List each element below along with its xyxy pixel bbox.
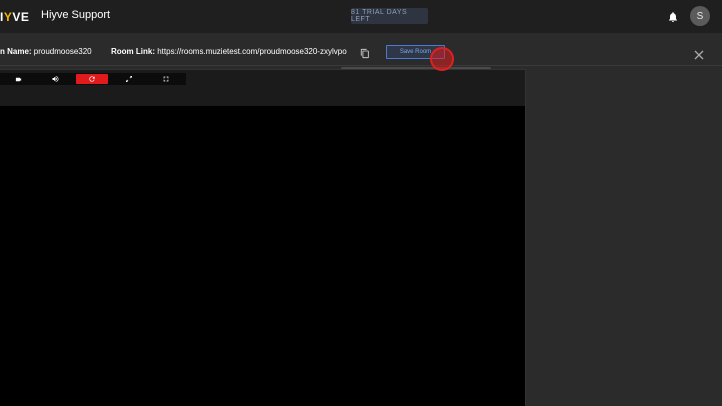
room-link: Room Link: https://rooms.muzietest.com/p…: [111, 47, 347, 56]
volume-button[interactable]: [39, 74, 71, 84]
room-name: n Name: proudmoose320: [0, 47, 92, 56]
room-link-value: https://rooms.muzietest.com/proudmoose32…: [157, 47, 347, 56]
room-info-bar: n Name: proudmoose320 Room Link: https:/…: [0, 33, 722, 66]
refresh-button[interactable]: [76, 74, 108, 84]
video-panel: [0, 69, 526, 406]
page-title: Hiyve Support: [41, 9, 111, 21]
video-header: [0, 70, 525, 106]
expand-button[interactable]: [113, 74, 145, 84]
video-area[interactable]: [0, 106, 525, 406]
notification-bell-icon[interactable]: [667, 10, 679, 22]
fullscreen-icon: [162, 70, 170, 88]
camera-button[interactable]: [2, 74, 34, 84]
copy-icon[interactable]: [360, 46, 370, 59]
trial-days-badge[interactable]: 81 TRIAL DAYS LEFT: [351, 8, 428, 24]
avatar[interactable]: S: [690, 6, 710, 26]
logo-letters-ve: VE: [12, 10, 30, 24]
expand-icon: [125, 70, 133, 88]
volume-icon: [51, 70, 60, 88]
video-toolbar: [0, 73, 186, 85]
room-link-label: Room Link:: [111, 47, 155, 56]
save-room-button[interactable]: Save Room: [386, 45, 445, 59]
room-name-value: proudmoose320: [33, 47, 92, 56]
camera-icon: [14, 70, 23, 88]
room-name-label: n Name:: [0, 47, 32, 56]
hiyve-logo[interactable]: IYVE: [0, 9, 29, 25]
refresh-icon: [88, 70, 96, 88]
close-icon[interactable]: [694, 47, 704, 60]
top-bar: IYVE Hiyve Support 81 TRIAL DAYS LEFT S: [0, 0, 722, 33]
fullscreen-button[interactable]: [150, 74, 182, 84]
